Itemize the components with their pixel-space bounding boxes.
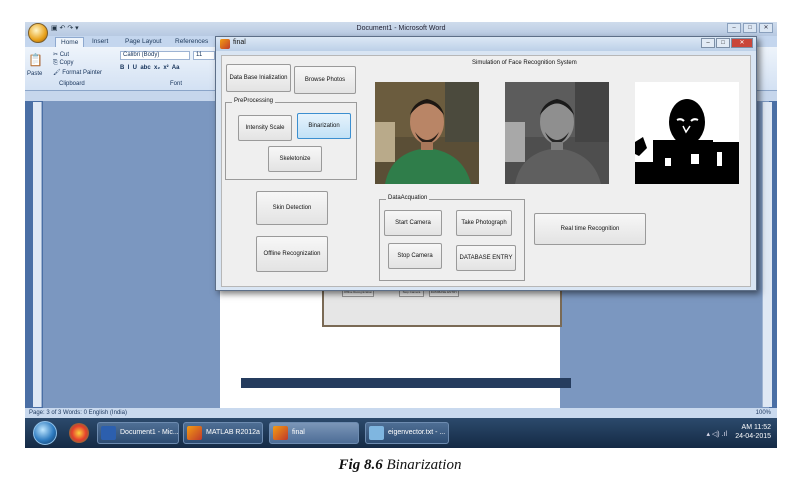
- clock-date: 24-04-2015: [735, 433, 771, 440]
- vertical-scrollbar[interactable]: [762, 102, 772, 407]
- clipboard-group-label: Clipboard: [59, 81, 85, 87]
- embedded-taskbar: [241, 378, 571, 388]
- figure-caption: Fig 8.6 Binarization: [0, 457, 800, 474]
- paste-icon[interactable]: 📋: [28, 53, 43, 67]
- color-face-photo: [375, 82, 479, 184]
- stop-camera-button[interactable]: Stop Camera: [388, 243, 442, 269]
- taskbar-item-label: final: [292, 429, 305, 436]
- skin-detection-button[interactable]: Skin Detection: [256, 191, 328, 225]
- caption-text: Binarization: [382, 457, 462, 473]
- figure-window-controls[interactable]: – □ ✕: [701, 38, 753, 48]
- zoom-level[interactable]: 100%: [756, 408, 771, 418]
- format-buttons[interactable]: B I U abc x₂ x² Aa: [120, 65, 179, 71]
- data-acquisition-title: DataAcquation: [386, 195, 430, 201]
- matlab-figure-icon: [220, 39, 230, 49]
- status-text: Page: 3 of 3 Words: 0 English (India): [29, 410, 127, 416]
- start-camera-button[interactable]: Start Camera: [384, 210, 442, 236]
- tab-page-layout[interactable]: Page Layout: [120, 37, 167, 46]
- binarization-button[interactable]: Binarization: [297, 113, 351, 139]
- paste-button[interactable]: Paste: [27, 71, 42, 77]
- word-title: Document1 - Microsoft Word: [356, 25, 446, 32]
- intensity-scale-button[interactable]: Intensity Scale: [238, 115, 292, 141]
- notepad-icon: [369, 426, 384, 440]
- taskbar-item-final[interactable]: final: [269, 422, 359, 444]
- status-bar: Page: 3 of 3 Words: 0 English (India) 10…: [25, 408, 777, 418]
- data-acquisition-panel: DataAcquation Start Camera Take Photogra…: [379, 195, 525, 281]
- start-button-icon[interactable]: [33, 421, 57, 445]
- taskbar-item-word[interactable]: Document1 - Mic...: [97, 422, 179, 444]
- grayscale-face-photo: [505, 82, 609, 184]
- tray-icons[interactable]: ▴ ◁) .ıl: [706, 430, 727, 438]
- clock-time: AM 11:52: [741, 424, 771, 431]
- matlab-icon: [187, 426, 202, 440]
- vertical-ruler: [33, 102, 42, 407]
- browse-photos-button[interactable]: Browse Photos: [294, 66, 356, 94]
- figure-body: Data Base Inialization Browse Photos Pre…: [221, 55, 751, 287]
- close-icon[interactable]: ✕: [759, 23, 773, 33]
- cut-button[interactable]: ✂ Cut: [53, 51, 69, 58]
- quick-access-toolbar[interactable]: ▣ ↶ ↷ ▾: [51, 24, 79, 32]
- taskbar-item-label: MATLAB R2012a: [206, 429, 260, 436]
- minimize-icon[interactable]: –: [727, 23, 741, 33]
- taskbar-item-matlab[interactable]: MATLAB R2012a: [183, 422, 263, 444]
- taskbar-item-label: Document1 - Mic...: [120, 429, 179, 436]
- tab-insert[interactable]: Insert: [87, 37, 113, 46]
- take-photograph-button[interactable]: Take Photograph: [456, 210, 512, 236]
- matlab-figure-icon: [273, 426, 288, 440]
- screenshot: Document1 - Microsoft Word ▣ ↶ ↷ ▾ – □ ✕…: [25, 22, 777, 448]
- office-button-icon[interactable]: [28, 23, 48, 43]
- minimize-icon[interactable]: –: [701, 38, 715, 48]
- binarized-face-photo: [635, 82, 739, 184]
- chrome-icon[interactable]: [69, 423, 89, 443]
- preprocessing-panel: PreProcessing Intensity Scale Binarizati…: [225, 98, 357, 180]
- copy-button[interactable]: ⎘ Copy: [53, 60, 73, 67]
- offline-recognition-button[interactable]: Offline Recognization: [256, 236, 328, 272]
- database-initialization-button[interactable]: Data Base Inialization: [226, 64, 291, 92]
- font-name-select[interactable]: Calibri (Body): [120, 51, 190, 60]
- matlab-figure-window: final – □ ✕ Data Base Inialization Brows…: [215, 36, 757, 291]
- font-group-label: Font: [170, 81, 183, 87]
- realtime-recognition-button[interactable]: Real time Recognition: [534, 213, 646, 245]
- simulation-heading: Simulation of Face Recognition System: [472, 60, 577, 66]
- format-painter-button[interactable]: 🖌 Format Painter: [53, 69, 102, 76]
- caption-label: Fig 8.6: [338, 457, 383, 473]
- word-icon: [101, 426, 116, 440]
- font-size-select[interactable]: 11: [193, 51, 215, 60]
- copy-label: Copy: [59, 60, 74, 66]
- tab-home[interactable]: Home: [55, 37, 85, 47]
- taskbar-item-notepad[interactable]: eigenvector.txt - ...: [365, 422, 449, 444]
- clock[interactable]: AM 11:52 24-04-2015: [735, 423, 771, 441]
- figure-title-bar[interactable]: final – □ ✕: [216, 37, 756, 51]
- figure-title: final: [233, 39, 246, 46]
- database-entry-button[interactable]: DATABASE ENTRY: [456, 245, 516, 271]
- taskbar-item-label: eigenvector.txt - ...: [388, 429, 446, 436]
- skeletonize-button[interactable]: Skeletonize: [268, 146, 322, 172]
- cut-label: Cut: [59, 52, 70, 58]
- maximize-icon[interactable]: □: [743, 23, 757, 33]
- windows-taskbar: Document1 - Mic... MATLAB R2012a final e…: [25, 418, 777, 448]
- maximize-icon[interactable]: □: [716, 38, 730, 48]
- format-painter-label: Format Painter: [62, 70, 102, 76]
- word-title-bar: Document1 - Microsoft Word: [25, 22, 777, 36]
- tab-references[interactable]: References: [170, 37, 213, 46]
- preprocessing-title: PreProcessing: [232, 98, 276, 104]
- close-icon[interactable]: ✕: [731, 38, 753, 48]
- word-window-controls[interactable]: – □ ✕: [727, 23, 773, 33]
